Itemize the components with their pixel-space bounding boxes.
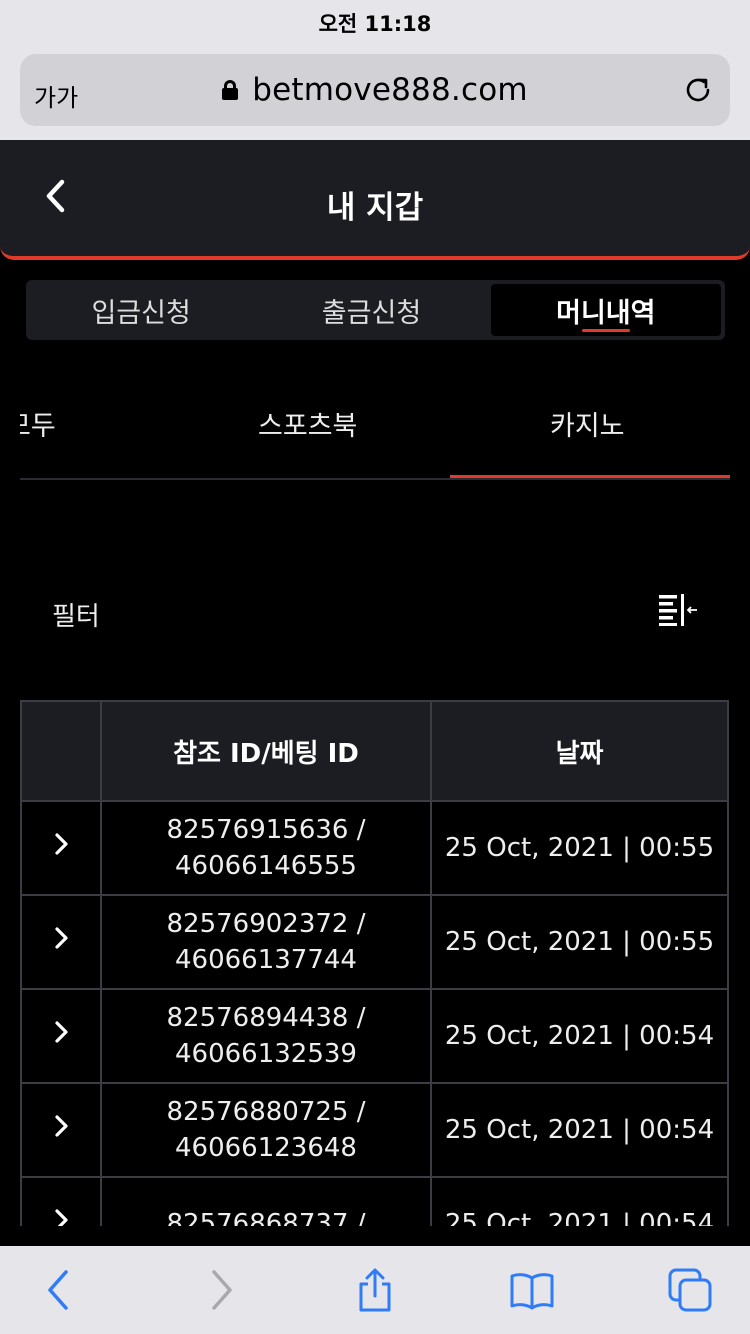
date-cell: 25 Oct, 2021 | 00:55 — [430, 894, 729, 990]
date-cell: 25 Oct, 2021 | 00:54 — [430, 988, 729, 1084]
expand-row-button[interactable] — [20, 894, 102, 990]
chevron-right-icon — [55, 927, 68, 949]
date-cell: 25 Oct, 2021 | 00:54 — [430, 1082, 729, 1178]
wallet-tabs: 입금신청 출금신청 머니내역 — [26, 280, 725, 340]
table-row[interactable]: 82576915636 / 46066146555 25 Oct, 2021 | … — [20, 800, 729, 896]
ref-bet-id-cell: 82576868737 / — [100, 1176, 432, 1226]
history-table-wrapper[interactable]: 참조 ID/베팅 ID 날짜 82576915636 / 46066146555 … — [20, 700, 730, 1226]
subtab-casino[interactable]: 카지노 — [550, 404, 625, 443]
history-table: 참조 ID/베팅 ID 날짜 82576915636 / 46066146555 … — [20, 700, 729, 1226]
header-date: 날짜 — [430, 700, 729, 802]
browser-forward-icon[interactable] — [196, 1266, 244, 1314]
bet-id: 46066123648 — [175, 1133, 357, 1163]
header-ref-bet-id: 참조 ID/베팅 ID — [100, 700, 432, 802]
chevron-right-icon — [55, 1021, 68, 1043]
history-subtabs: 모두 스포츠북 카지노 — [20, 380, 730, 480]
ref-bet-id-cell: 82576902372 / 46066137744 — [100, 894, 432, 990]
browser-chrome-top: 오전 11:18 가가 betmove888.com — [0, 0, 750, 140]
table-row[interactable]: 82576902372 / 46066137744 25 Oct, 2021 | … — [20, 894, 729, 990]
url-text[interactable]: betmove888.com — [252, 72, 528, 108]
app-header: 내 지갑 — [0, 140, 750, 260]
browser-toolbar — [0, 1246, 750, 1334]
browser-back-icon[interactable] — [36, 1266, 84, 1314]
header-expand — [20, 700, 102, 802]
table-row[interactable]: 82576880725 / 46066123648 25 Oct, 2021 | … — [20, 1082, 729, 1178]
url-container[interactable]: betmove888.com — [20, 54, 730, 126]
bet-id: 46066137744 — [175, 945, 357, 975]
subtab-all[interactable]: 모두 — [20, 404, 56, 443]
content-bottom-edge — [0, 1226, 750, 1246]
expand-row-button[interactable] — [20, 1082, 102, 1178]
bookmarks-icon[interactable] — [508, 1266, 556, 1314]
ref-bet-id-cell: 82576915636 / 46066146555 — [100, 800, 432, 896]
ref-bet-id-cell: 82576880725 / 46066123648 — [100, 1082, 432, 1178]
url-bar[interactable]: 가가 betmove888.com — [20, 54, 730, 126]
tabs-icon[interactable] — [666, 1266, 714, 1314]
chevron-right-icon — [55, 833, 68, 855]
bet-id: 46066146555 — [175, 851, 357, 881]
expand-row-button[interactable] — [20, 1176, 102, 1226]
table-row[interactable]: 82576868737 / 25 Oct, 2021 | 00:54 — [20, 1176, 729, 1226]
filter-collapse-icon[interactable] — [657, 592, 699, 628]
lock-icon — [222, 80, 239, 100]
expand-row-button[interactable] — [20, 988, 102, 1084]
tab-deposit[interactable]: 입금신청 — [26, 280, 256, 340]
ref-id: 82576894438 / — [166, 1003, 366, 1033]
table-header-row: 참조 ID/베팅 ID 날짜 — [20, 700, 729, 802]
tab-money-history[interactable]: 머니내역 — [490, 284, 721, 336]
active-subtab-indicator — [450, 475, 730, 478]
ref-id: 82576868737 / — [166, 1209, 366, 1226]
status-time: 오전 11:18 — [318, 12, 432, 36]
chevron-right-icon — [55, 1115, 68, 1137]
table-row[interactable]: 82576894438 / 46066132539 25 Oct, 2021 | … — [20, 988, 729, 1084]
share-icon[interactable] — [351, 1266, 399, 1314]
date-cell: 25 Oct, 2021 | 00:54 — [430, 1176, 729, 1226]
chevron-right-icon — [55, 1209, 68, 1226]
page-title: 내 지갑 — [326, 190, 424, 226]
bet-id: 46066132539 — [175, 1039, 357, 1069]
ref-id: 82576902372 / — [166, 909, 366, 939]
ref-id: 82576915636 / — [166, 815, 366, 845]
ref-bet-id-cell: 82576894438 / 46066132539 — [100, 988, 432, 1084]
date-cell: 25 Oct, 2021 | 00:55 — [430, 800, 729, 896]
reload-icon[interactable] — [682, 74, 714, 106]
tab-withdraw[interactable]: 출금신청 — [256, 280, 486, 340]
ref-id: 82576880725 / — [166, 1097, 366, 1127]
filter-label: 필터 — [52, 602, 100, 632]
subtab-sportsbook[interactable]: 스포츠북 — [258, 404, 357, 443]
expand-row-button[interactable] — [20, 800, 102, 896]
